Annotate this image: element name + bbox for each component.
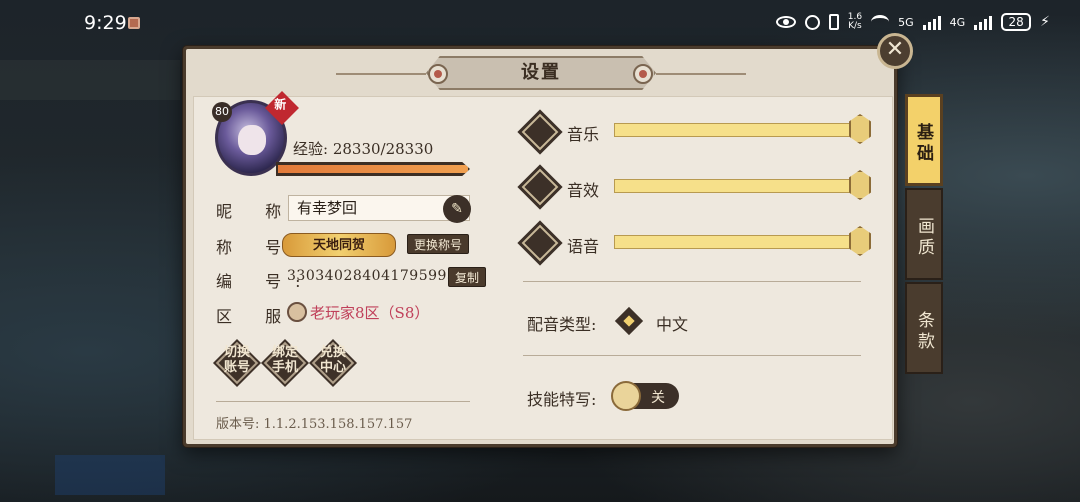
pen-icon: ✎ bbox=[451, 201, 463, 217]
dub-type-value: 中文 bbox=[656, 315, 689, 334]
skill-closeup-label: 技能特写: bbox=[527, 390, 597, 409]
divider bbox=[216, 401, 470, 402]
network-speed: 1.6 K/s bbox=[847, 12, 863, 31]
toggle-state: 关 bbox=[651, 390, 665, 406]
tab-terms[interactable]: 条款 bbox=[905, 282, 943, 374]
music-label: 音乐 bbox=[567, 125, 600, 144]
tab-basic[interactable]: 基础 bbox=[905, 94, 943, 186]
server-icon bbox=[287, 302, 307, 322]
sfx-icon bbox=[521, 168, 559, 206]
status-icons: 1.6 K/s 5G 4G 28 ⚡ bbox=[775, 12, 1050, 31]
music-icon bbox=[521, 113, 559, 151]
vibrate-icon bbox=[828, 14, 839, 30]
wifi-icon bbox=[871, 15, 890, 29]
status-bar: 9:29 1.6 K/s 5G 4G 28 ⚡ bbox=[0, 0, 1080, 46]
voice-slider[interactable] bbox=[614, 235, 860, 249]
signal-icon bbox=[922, 15, 941, 30]
skill-closeup-toggle[interactable]: 关 bbox=[611, 381, 679, 411]
change-title-button[interactable]: 更换称号 bbox=[407, 234, 470, 254]
music-slider[interactable] bbox=[614, 123, 860, 137]
eye-icon bbox=[775, 16, 796, 28]
server-name: 老玩家8区（S8） bbox=[310, 304, 430, 322]
title-badge: 天地同贺 bbox=[282, 233, 396, 257]
divider bbox=[523, 355, 861, 356]
signal-4g-label: 4G bbox=[949, 15, 966, 29]
divider bbox=[523, 281, 861, 282]
background-decor bbox=[0, 60, 180, 100]
copy-id-button[interactable]: 复制 bbox=[448, 267, 487, 287]
title-ornament-line bbox=[656, 73, 746, 75]
title-ornament-line bbox=[336, 73, 426, 75]
voice-label: 语音 bbox=[567, 237, 600, 256]
redeem-center-button[interactable]: 兑换 中心 bbox=[310, 340, 356, 386]
exp-text: 经验: 28330/28330 bbox=[293, 140, 434, 158]
level-badge: 80 bbox=[212, 102, 232, 122]
bind-phone-button[interactable]: 绑定 手机 bbox=[262, 340, 308, 386]
app-notification-icon bbox=[128, 17, 140, 29]
title-ornament-icon bbox=[633, 64, 653, 84]
dialog-title: 设置 bbox=[426, 56, 656, 90]
player-id: 3303402840417959936 bbox=[287, 268, 466, 284]
battery-icon: 28 bbox=[1001, 13, 1032, 31]
status-time: 9:29 bbox=[84, 12, 127, 34]
edit-nickname-button[interactable]: ✎ bbox=[443, 195, 471, 223]
dub-type-label: 配音类型: bbox=[527, 315, 597, 334]
sfx-slider[interactable] bbox=[614, 179, 860, 193]
title-ornament-icon bbox=[428, 64, 448, 84]
close-icon: ✕ bbox=[885, 37, 905, 62]
charging-icon: ⚡ bbox=[1040, 14, 1050, 30]
tab-graphics[interactable]: 画质 bbox=[905, 188, 943, 280]
version-text: 版本号: 1.1.2.153.158.157.157 bbox=[216, 417, 413, 432]
avatar-face bbox=[238, 125, 266, 155]
signal-icon bbox=[974, 15, 993, 30]
exp-bar-fill bbox=[278, 165, 468, 173]
sfx-label: 音效 bbox=[567, 181, 600, 200]
voice-icon bbox=[521, 224, 559, 262]
close-button[interactable]: ✕ bbox=[877, 33, 913, 69]
alarm-icon bbox=[804, 14, 820, 30]
exp-bar bbox=[276, 162, 470, 176]
background-decor bbox=[55, 455, 165, 495]
signal-5g-label: 5G bbox=[898, 15, 914, 29]
dub-type-radio[interactable] bbox=[614, 306, 644, 336]
switch-account-button[interactable]: 切换 账号 bbox=[214, 340, 260, 386]
toggle-knob bbox=[611, 381, 641, 411]
